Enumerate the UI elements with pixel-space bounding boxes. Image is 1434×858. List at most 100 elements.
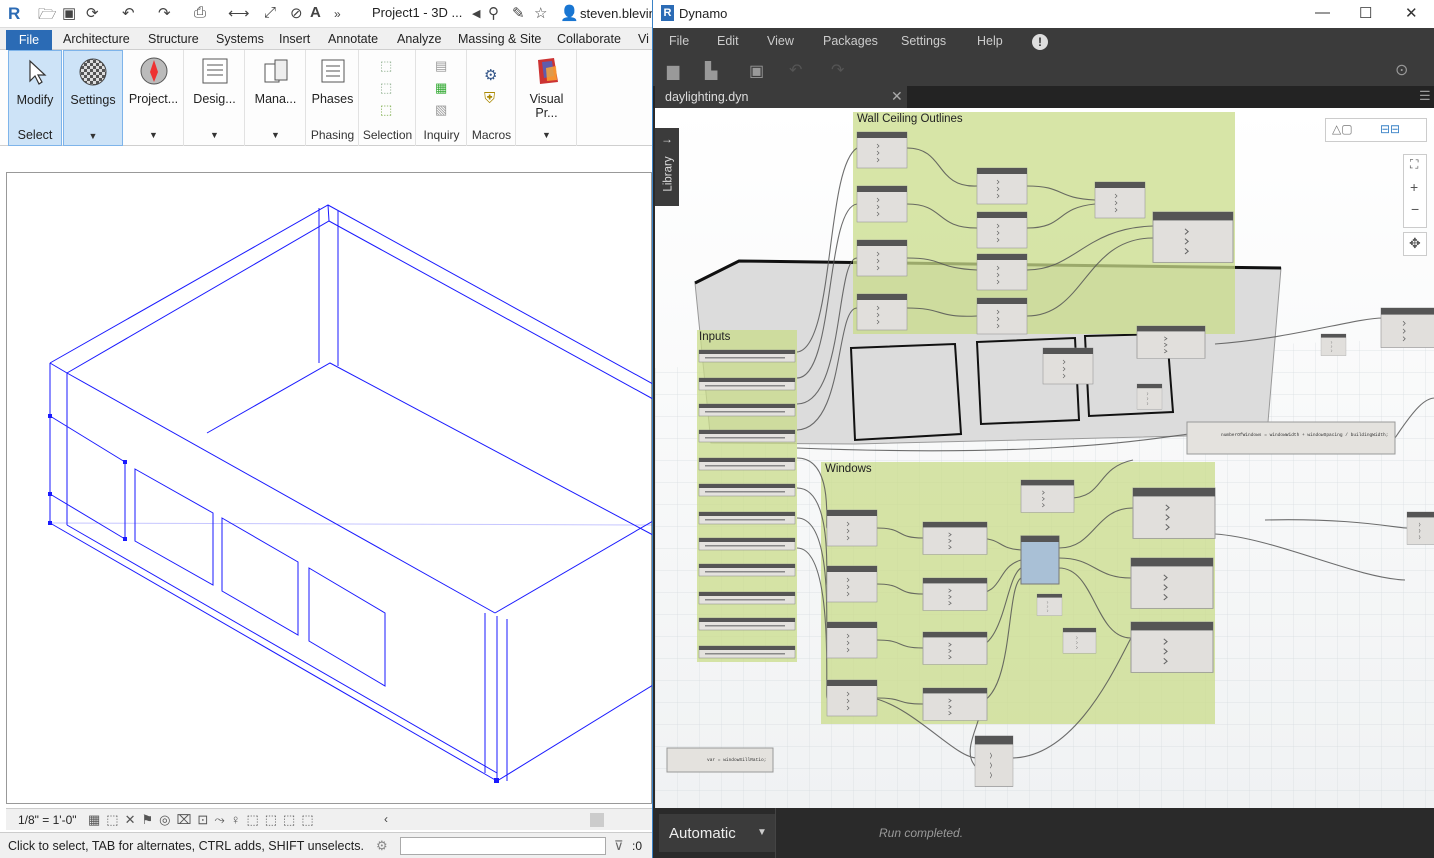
open-icon[interactable]: 🗁	[38, 4, 57, 29]
select-pinned-icon[interactable]: ⬚	[380, 102, 392, 118]
manage-project-button[interactable]: Mana... ▼	[246, 50, 306, 146]
sync-icon[interactable]: ⟳	[86, 4, 99, 22]
node[interactable]	[976, 211, 1028, 249]
node[interactable]	[1062, 627, 1097, 654]
tag-icon[interactable]: ⊘	[290, 4, 303, 22]
user-icon[interactable]: 👤	[560, 4, 579, 22]
undo-icon[interactable]: ↶	[789, 60, 802, 80]
node[interactable]	[1094, 181, 1146, 219]
menu-settings[interactable]: Settings	[901, 34, 946, 48]
node[interactable]	[856, 131, 908, 169]
node[interactable]	[1152, 211, 1234, 264]
node[interactable]	[826, 509, 878, 547]
node[interactable]	[976, 297, 1028, 335]
menu-packages[interactable]: Packages	[823, 34, 878, 48]
tab-analyze[interactable]: Analyze	[397, 32, 441, 46]
scroll-left-icon[interactable]: ‹	[384, 812, 388, 826]
dimension-icon[interactable]: ⤢	[264, 4, 276, 21]
visual-programming-button[interactable]: Visual Pr... ▼	[517, 50, 577, 146]
node[interactable]	[1042, 347, 1094, 385]
chevron-down-icon[interactable]: ▼	[246, 130, 305, 140]
maximize-icon[interactable]: ☐	[1359, 4, 1372, 22]
node[interactable]	[1136, 325, 1206, 360]
tab-collaborate[interactable]: Collaborate	[557, 32, 621, 46]
canvas-scene[interactable]: Wall Ceiling Outlines Inputs Windows num…	[655, 108, 1434, 808]
chevron-down-icon[interactable]: ▼	[517, 130, 576, 140]
text-icon[interactable]: A	[310, 4, 321, 21]
node[interactable]	[1036, 593, 1063, 616]
select-links-icon[interactable]: ⬚	[380, 58, 392, 74]
select-by-id-icon[interactable]: ▦	[435, 80, 447, 96]
tab-menu-icon[interactable]: ☰	[1419, 88, 1431, 104]
notification-icon[interactable]: !	[1032, 34, 1048, 50]
settings-button[interactable]: Settings ▼	[63, 50, 123, 146]
project-location-button[interactable]: Project... ▼	[124, 50, 184, 146]
tab-view[interactable]: Vi	[638, 32, 649, 46]
building-model[interactable]	[7, 173, 654, 805]
node[interactable]	[1132, 487, 1216, 540]
menu-view[interactable]: View	[767, 34, 794, 48]
node[interactable]	[974, 735, 1014, 788]
communication-icon[interactable]: ✎	[512, 4, 525, 22]
horizontal-scrollbar[interactable]	[590, 813, 604, 827]
chevron-down-icon[interactable]: ▼	[124, 130, 183, 140]
macro-security-icon[interactable]: ⛨	[484, 90, 495, 107]
node[interactable]	[976, 167, 1028, 205]
node[interactable]	[856, 293, 908, 331]
design-option-dropdown[interactable]	[400, 837, 606, 855]
library-toggle[interactable]: → Library	[655, 128, 679, 206]
code-block-node[interactable]	[1186, 421, 1396, 455]
node[interactable]	[1136, 383, 1163, 410]
zoom-in-icon[interactable]: +	[1410, 179, 1418, 195]
node[interactable]	[922, 687, 988, 722]
slider[interactable]	[698, 591, 796, 605]
filter-icon[interactable]: ⊽	[614, 838, 624, 854]
slider[interactable]	[698, 349, 796, 363]
list-node[interactable]	[1020, 535, 1060, 585]
binoculars-icon[interactable]: ⚲	[488, 4, 499, 22]
graph-view-icon[interactable]: ⊟⊟	[1380, 122, 1400, 136]
chevron-down-icon[interactable]: ▼	[185, 130, 244, 140]
warnings-icon[interactable]: ▧	[435, 102, 447, 118]
node[interactable]	[976, 253, 1028, 291]
tab-systems[interactable]: Systems	[216, 32, 264, 46]
node[interactable]	[922, 521, 988, 556]
camera-icon[interactable]: ⊙	[1395, 60, 1408, 80]
node[interactable]	[922, 577, 988, 612]
select-dropdown[interactable]: Select	[8, 124, 62, 146]
tab-annotate[interactable]: Annotate	[328, 32, 378, 46]
macro-manager-icon[interactable]: ⚙	[484, 66, 497, 84]
user-name[interactable]: steven.blevin	[580, 6, 656, 21]
phases-button[interactable]: Phases Phasing	[307, 50, 359, 146]
node[interactable]	[856, 185, 908, 223]
revit-logo-icon[interactable]: R	[8, 4, 20, 24]
slider[interactable]	[698, 645, 796, 659]
zoom-fit-icon[interactable]: ⛶	[1410, 157, 1418, 172]
slider[interactable]	[698, 537, 796, 551]
undo-icon[interactable]: ↶	[122, 4, 135, 22]
minimize-icon[interactable]: —	[1315, 4, 1330, 21]
node[interactable]	[1380, 307, 1434, 349]
view-scale[interactable]: 1/8" = 1'-0"	[18, 813, 77, 827]
node[interactable]	[1020, 479, 1075, 513]
slider[interactable]	[698, 483, 796, 497]
zoom-out-icon[interactable]: −	[1411, 201, 1419, 217]
node[interactable]	[1130, 621, 1214, 674]
chevron-down-icon[interactable]: ▼	[64, 131, 122, 141]
select-underlay-icon[interactable]: ⬚	[380, 80, 392, 96]
node[interactable]	[826, 621, 878, 659]
tab-structure[interactable]: Structure	[148, 32, 199, 46]
slider[interactable]	[698, 377, 796, 391]
menu-file[interactable]: File	[669, 34, 689, 48]
tab-insert[interactable]: Insert	[279, 32, 310, 46]
slider[interactable]	[698, 457, 796, 471]
slider[interactable]	[698, 563, 796, 577]
new-file-icon[interactable]: ▆	[667, 61, 679, 81]
measure-icon[interactable]: ⟷	[228, 4, 250, 22]
save-icon[interactable]: ▣	[749, 61, 764, 81]
redo-icon[interactable]: ↷	[831, 60, 844, 80]
slider[interactable]	[698, 511, 796, 525]
chevron-left-icon[interactable]: ◀	[472, 7, 480, 20]
redo-icon[interactable]: ↷	[158, 4, 171, 22]
open-icon[interactable]: ▙	[705, 61, 717, 81]
